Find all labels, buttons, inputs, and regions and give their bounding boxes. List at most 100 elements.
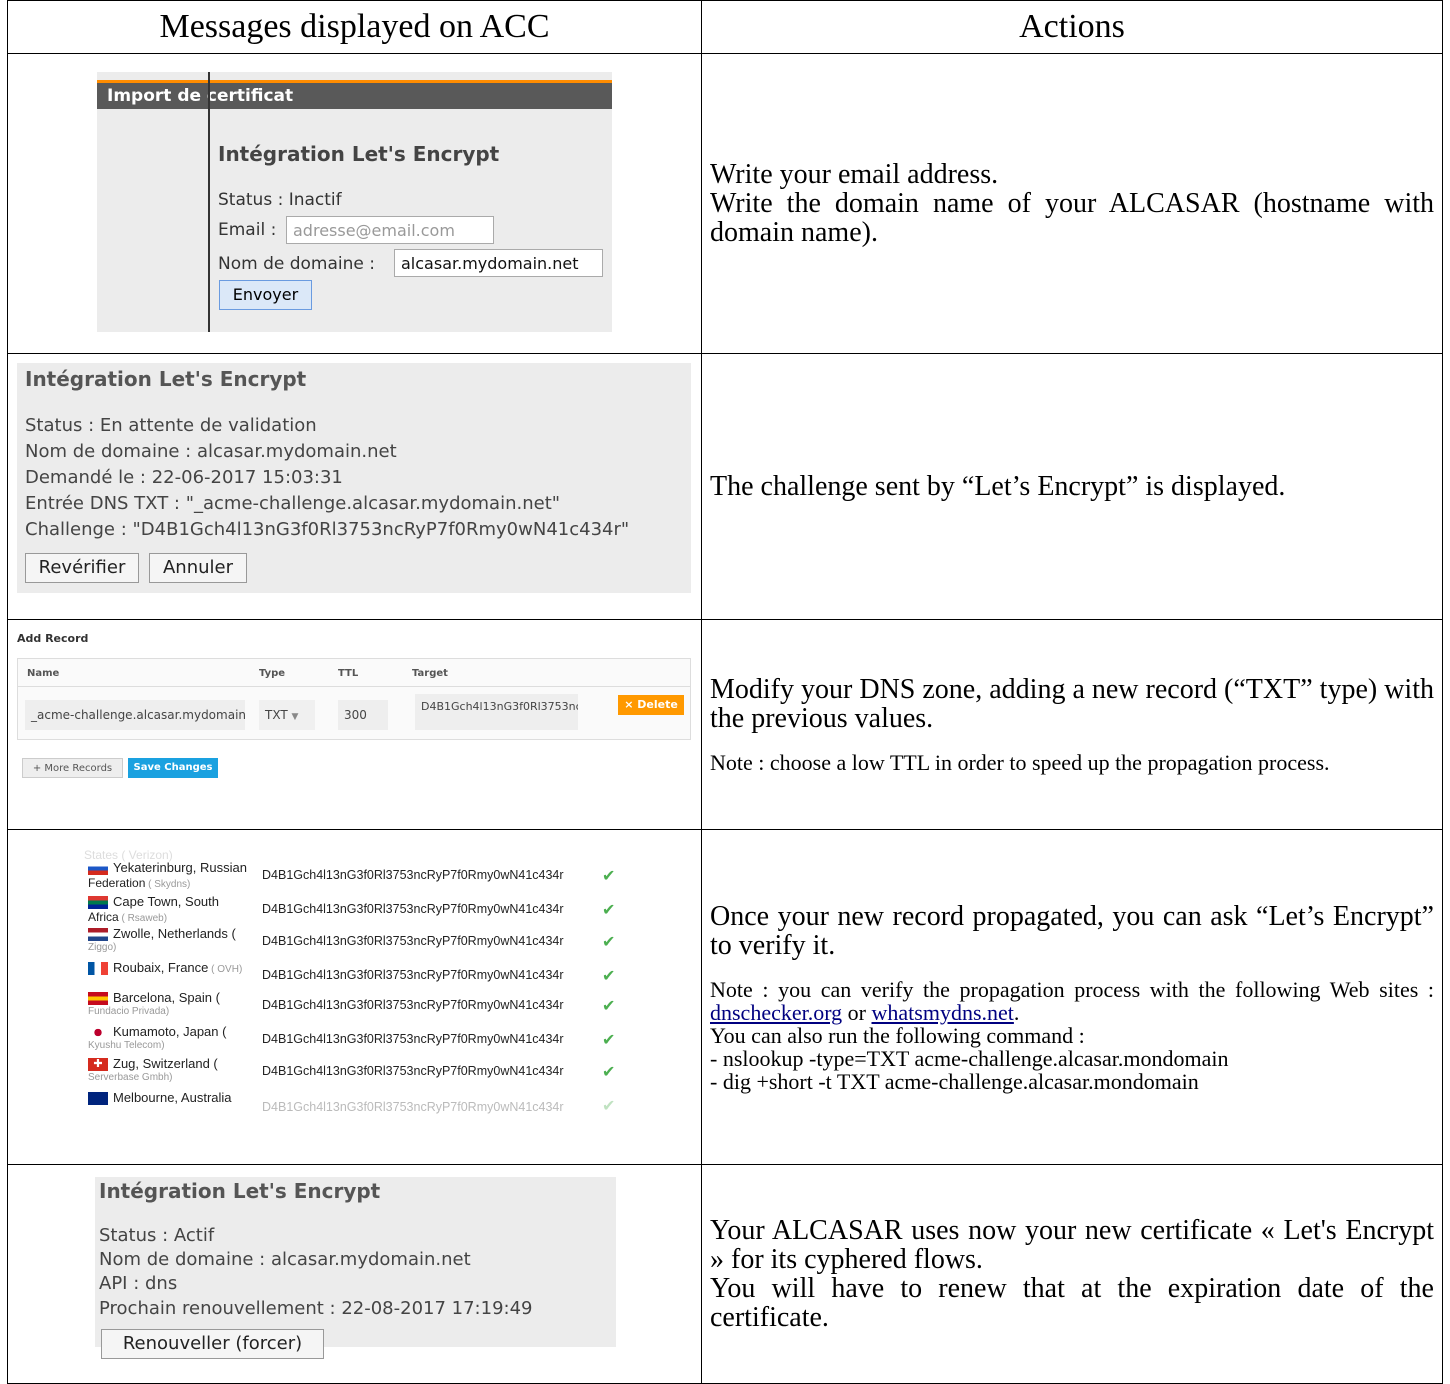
txt-record-value: D4B1Gch4l13nG3f0Rl3753ncRyP7f0Rmy0wN41c4… — [262, 868, 564, 882]
requested-date-text: Demandé le : 22-06-2017 15:03:31 — [25, 467, 343, 488]
active-certificate-panel: Intégration Let's Encrypt Status : Actif… — [95, 1177, 616, 1359]
header-actions: Actions — [701, 0, 1443, 54]
send-button[interactable]: Envoyer — [219, 280, 312, 310]
server-provider: ( OVH) — [208, 964, 243, 975]
delete-record-button[interactable]: × Delete — [618, 695, 684, 715]
api-text: API : dns — [99, 1273, 178, 1294]
next-renewal-text: Prochain renouvellement : 22-08-2017 17:… — [99, 1298, 533, 1319]
whatsmydns-link[interactable]: whatsmydns.net — [872, 1000, 1014, 1025]
save-changes-button[interactable]: Save Changes — [128, 758, 218, 778]
email-input[interactable]: adresse@email.com — [286, 216, 494, 244]
txt-record-value: D4B1Gch4l13nG3f0Rl3753ncRyP7f0Rmy0wN41c4… — [262, 934, 564, 948]
section-heading: Intégration Let's Encrypt — [218, 142, 500, 166]
row1-screenshot-cell: Import de certificat Intégration Let's E… — [7, 53, 702, 354]
server-row: Barcelona, Spain (Fundacio Privada) D4B1G… — [84, 990, 629, 1023]
checkmark-icon: ✔ — [602, 934, 616, 951]
domain-text: Nom de domaine : alcasar.mydomain.net — [99, 1249, 471, 1270]
form-title: Add Record — [17, 632, 89, 645]
server-location-line2: Serverbase Gmbh) — [88, 1072, 173, 1083]
txt-record-value: D4B1Gch4l13nG3f0Rl3753ncRyP7f0Rmy0wN41c4… — [262, 968, 564, 982]
txt-record-value: D4B1Gch4l13nG3f0Rl3753ncRyP7f0Rmy0wN41c4… — [262, 998, 564, 1012]
row4-action-text: Once your new record propagated, you can… — [702, 902, 1442, 1093]
column-header-type: Type — [259, 668, 286, 679]
import-certificate-panel: Import de certificat Intégration Let's E… — [97, 72, 612, 332]
flag-icon — [88, 1092, 108, 1105]
record-type-value: TXT — [265, 708, 288, 722]
flag-icon — [88, 992, 108, 1005]
row4-screenshot-cell: States ( Verizon) Yekaterinburg, Russian… — [7, 829, 702, 1165]
server-location: Yekaterinburg, Russian — [113, 860, 247, 875]
section-heading: Intégration Let's Encrypt — [99, 1179, 381, 1203]
server-location: Melbourne, Australia — [113, 1090, 232, 1105]
server-row: Melbourne, Australia D4B1Gch4l13nG3f0Rl37… — [84, 1090, 629, 1123]
row5-action-text: Your ALCASAR uses now your new certifica… — [702, 1216, 1442, 1332]
server-location: Zug, Switzerland ( — [113, 1056, 218, 1071]
row5-screenshot-cell: Intégration Let's Encrypt Status : Actif… — [7, 1164, 702, 1384]
server-provider: ( Skydns) — [145, 879, 191, 890]
server-location-line2: Federation ( Skydns) — [88, 876, 191, 890]
note-text: Note : choose a low TTL in order to spee… — [710, 750, 1330, 775]
checkmark-icon: ✔ — [602, 902, 616, 919]
flag-icon — [88, 862, 108, 875]
row2-screenshot-cell: Intégration Let's Encrypt Status : En at… — [7, 353, 702, 620]
flag-icon — [88, 928, 108, 941]
server-location-line2: Fundacio Privada) — [88, 1006, 170, 1017]
record-target-input[interactable]: D4B1Gch4l13nG3f0Rl3753ncI — [415, 694, 578, 730]
section-heading: Intégration Let's Encrypt — [25, 367, 307, 391]
server-location: Zwolle, Netherlands ( — [113, 926, 236, 941]
dns-txt-entry-text: Entrée DNS TXT : "_acme-challenge.alcasa… — [25, 493, 561, 514]
txt-record-value: D4B1Gch4l13nG3f0Rl3753ncRyP7f0Rmy0wN41c4… — [262, 1100, 564, 1114]
status-text: Status : Inactif — [218, 190, 342, 210]
nslookup-command: - nslookup -type=TXT acme-challenge.alca… — [710, 1045, 1229, 1071]
checkmark-icon: ✔ — [602, 1032, 616, 1049]
record-name-input[interactable]: _acme-challenge.alcasar.mydomain.net — [25, 700, 245, 730]
row3-screenshot-cell: Add Record Name Type TTL Target _acme-ch… — [7, 619, 702, 830]
domain-text: Nom de domaine : alcasar.mydomain.net — [25, 441, 397, 462]
action-line: Write the domain name of your ALCASAR (h… — [710, 188, 1434, 248]
row2-action-cell: The challenge sent by “Let’s Encrypt” is… — [701, 353, 1443, 620]
more-records-button[interactable]: + More Records — [22, 758, 123, 778]
checkmark-icon: ✔ — [602, 998, 616, 1015]
record-grid: Name Type TTL Target _acme-challenge.alc… — [17, 658, 691, 740]
record-type-select[interactable]: TXT ▼ — [259, 700, 315, 730]
cancel-button[interactable]: Annuler — [149, 553, 247, 583]
dig-command: - dig +short -t TXT acme-challenge.alcas… — [710, 1068, 1199, 1094]
record-ttl-input[interactable]: 300 — [338, 700, 388, 730]
server-location-line2: Africa ( Rsaweb) — [88, 910, 168, 924]
server-location: Cape Town, South — [113, 894, 219, 909]
domain-label: Nom de domaine : — [218, 254, 375, 274]
server-location-line2: Ziggo) — [88, 942, 117, 953]
note-end: . — [1013, 999, 1020, 1025]
action-line: You will have to renew that at the expir… — [710, 1273, 1434, 1333]
instructions-table: Messages displayed on ACC Actions Import… — [7, 0, 1443, 1384]
chevron-down-icon: ▼ — [291, 712, 299, 722]
server-row: Cape Town, South Africa ( Rsaweb) D4B1Gch4… — [84, 894, 629, 927]
note-or: or — [842, 999, 872, 1025]
row-propagation: States ( Verizon) Yekaterinburg, Russian… — [7, 829, 1443, 1165]
server-row: ✚ Zug, Switzerland (Serverbase Gmbh) D4B1G… — [84, 1056, 629, 1089]
action-line: Once your new record propagated, you can… — [710, 900, 1434, 961]
row2-action-text: The challenge sent by “Let’s Encrypt” is… — [710, 471, 1286, 502]
pending-validation-panel: Intégration Let's Encrypt Status : En at… — [17, 363, 691, 593]
header-messages: Messages displayed on ACC — [7, 0, 702, 54]
column-header-name: Name — [27, 668, 60, 679]
row1-action-text: Write your email address. Write the doma… — [702, 160, 1442, 247]
txt-record-value: D4B1Gch4l13nG3f0Rl3753ncRyP7f0Rmy0wN41c4… — [262, 902, 564, 916]
domain-input[interactable]: alcasar.mydomain.net — [394, 249, 603, 277]
server-row: Zwolle, Netherlands (Ziggo) D4B1Gch4l13nG… — [84, 926, 629, 959]
row4-action-cell: Once your new record propagated, you can… — [701, 829, 1443, 1165]
txt-record-value: D4B1Gch4l13nG3f0Rl3753ncRyP7f0Rmy0wN41c4… — [262, 1064, 564, 1078]
recheck-button[interactable]: Revérifier — [25, 553, 139, 583]
dnschecker-link[interactable]: dnschecker.org — [710, 1000, 842, 1025]
divider — [208, 72, 210, 332]
row3-action-text: Modify your DNS zone, adding a new recor… — [702, 675, 1442, 774]
row5-action-cell: Your ALCASAR uses now your new certifica… — [701, 1164, 1443, 1384]
row1-action-cell: Write your email address. Write the doma… — [701, 53, 1443, 354]
action-line: Modify your DNS zone, adding a new recor… — [710, 674, 1434, 734]
renew-button[interactable]: Renouveller (forcer) — [101, 1329, 324, 1359]
server-location: Kumamoto, Japan ( — [113, 1024, 227, 1039]
status-text: Status : Actif — [99, 1225, 215, 1246]
add-record-form: Add Record Name Type TTL Target _acme-ch… — [17, 632, 697, 780]
action-line: Write your email address. — [710, 159, 999, 190]
server-location: Barcelona, Spain ( — [113, 990, 220, 1005]
